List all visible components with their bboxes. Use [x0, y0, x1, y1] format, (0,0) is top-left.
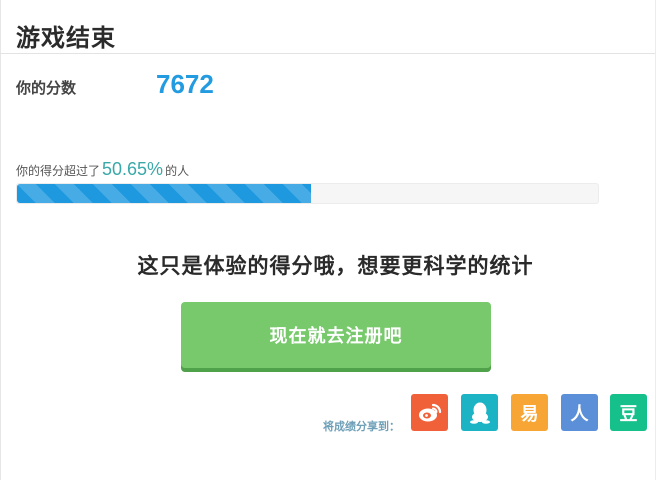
right-border [655, 0, 656, 480]
share-label: 将成绩分享到： [323, 420, 400, 433]
share-renren-button[interactable]: 人 [561, 394, 598, 431]
share-netease-button[interactable]: 易 [511, 394, 548, 431]
ranking-suffix: 的人 [165, 164, 190, 178]
ranking-text: 你的得分超过了 50.65% 的人 [16, 159, 189, 180]
header: 游戏结束 [0, 0, 655, 54]
douban-icon: 豆 [619, 403, 638, 425]
promo-text: 这只是体验的得分哦，想要更科学的统计 [137, 254, 534, 278]
score-value: 7672 [156, 69, 214, 99]
weibo-icon [418, 403, 441, 421]
page-title: 游戏结束 [16, 24, 116, 52]
register-button[interactable]: 现在就去注册吧 [181, 302, 491, 368]
netease-icon: 易 [520, 403, 539, 425]
qq-icon [469, 402, 490, 424]
share-qq-button[interactable] [461, 394, 498, 431]
renren-icon: 人 [570, 403, 589, 425]
progress-fill [17, 184, 312, 203]
share-weibo-button[interactable] [411, 394, 448, 431]
ranking-prefix: 你的得分超过了 [16, 164, 101, 178]
ranking-percent: 50.65% [102, 159, 164, 179]
share-douban-button[interactable]: 豆 [610, 394, 647, 431]
left-border [0, 0, 1, 480]
progress-bar [16, 183, 599, 204]
score-label: 你的分数 [16, 79, 77, 97]
